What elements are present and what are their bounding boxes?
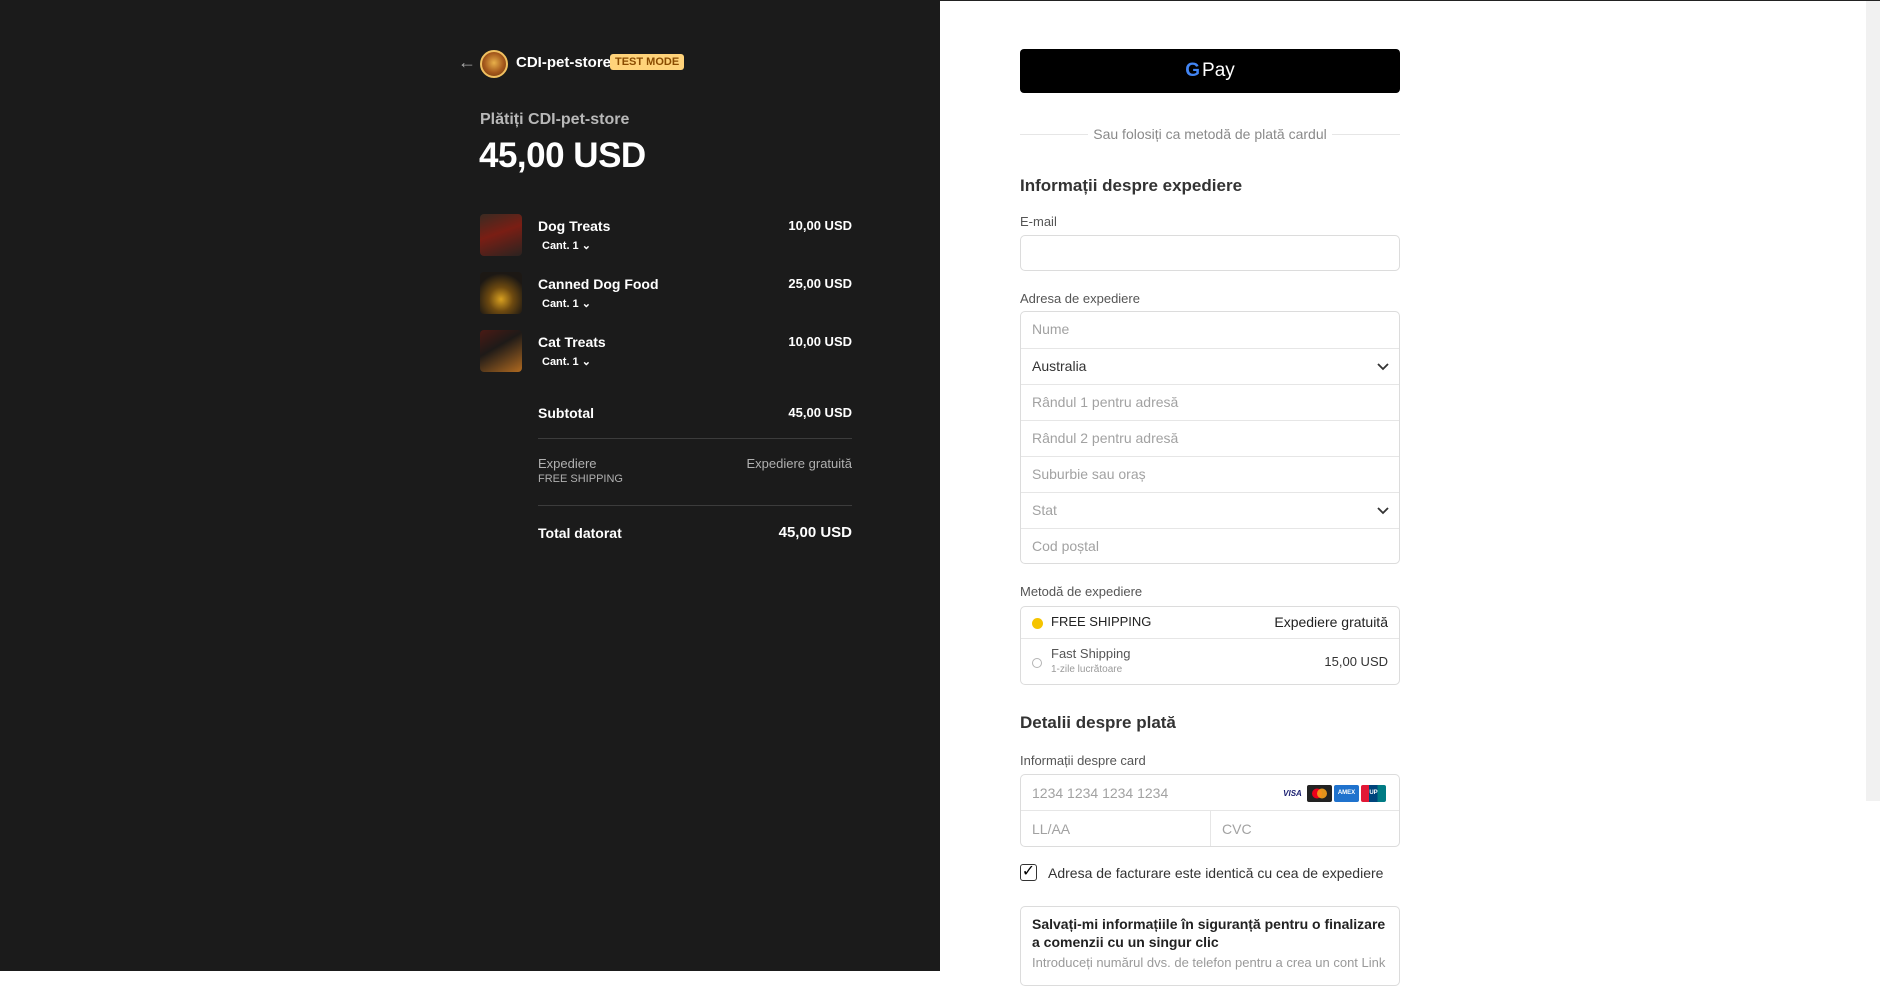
store-avatar (480, 50, 508, 78)
shipping-option-note: 1-zile lucrătoare (1051, 664, 1123, 675)
address-line2-placeholder: Rândul 2 pentru adresă (1032, 430, 1179, 446)
card-expiry-field[interactable]: LL/AA (1021, 811, 1211, 846)
card-number-field[interactable]: 1234 1234 1234 1234 VISA AMEX UP (1021, 775, 1399, 811)
shipping-option-price: 15,00 USD (1324, 654, 1388, 669)
link-save-title: Salvați-mi informațiile în siguranță pen… (1032, 916, 1386, 950)
total-label: Total datorat (538, 525, 622, 541)
shipping-label: Expediere (538, 456, 597, 471)
divider (538, 438, 852, 439)
shipping-option-name: Fast Shipping (1051, 646, 1131, 661)
scrollbar[interactable] (1866, 1, 1880, 801)
or-divider: Sau folosiți ca metodă de plată cardul (1020, 125, 1400, 143)
link-save-subtitle: Introduceți numărul dvs. de telefon pent… (1032, 955, 1386, 970)
billing-same-checkbox[interactable]: ✓ (1020, 864, 1037, 881)
state-placeholder: Stat (1032, 502, 1057, 518)
email-field[interactable] (1020, 235, 1400, 271)
product-thumbnail (480, 214, 522, 256)
amex-icon: AMEX (1334, 785, 1359, 802)
address-line2-field[interactable]: Rândul 2 pentru adresă (1021, 420, 1399, 456)
address-line1-placeholder: Rândul 1 pentru adresă (1032, 394, 1179, 410)
card-number-placeholder: 1234 1234 1234 1234 (1032, 785, 1169, 801)
chevron-down-icon (1377, 349, 1389, 384)
chevron-down-icon: ⌄ (581, 240, 591, 252)
item-price: 10,00 USD (788, 334, 852, 349)
google-g-icon: G (1185, 60, 1201, 81)
email-label: E-mail (1020, 214, 1057, 229)
mastercard-icon (1307, 785, 1332, 802)
total-amount: 45,00 USD (479, 136, 646, 175)
quantity-selector[interactable]: Cant. 1 ⌄ (542, 239, 591, 252)
chevron-down-icon: ⌄ (581, 298, 591, 310)
card-expiry-placeholder: LL/AA (1032, 821, 1071, 837)
shipping-option-free[interactable]: FREE SHIPPING Expediere gratuită (1021, 607, 1399, 639)
back-arrow-icon[interactable]: ← (458, 52, 476, 72)
chevron-down-icon: ⌄ (581, 356, 591, 368)
chevron-down-icon (1377, 493, 1389, 528)
shipping-address-label: Adresa de expediere (1020, 291, 1140, 306)
item-name: Canned Dog Food (538, 276, 659, 292)
pay-to-label: Plătiți CDI-pet-store (480, 111, 630, 128)
quantity-label: Cant. 1 (542, 240, 579, 252)
shipping-info-title: Informații despre expediere (1020, 176, 1243, 195)
shipping-method-name: FREE SHIPPING (538, 473, 623, 485)
shipping-row: Expediere FREE SHIPPING Expediere gratui… (538, 456, 852, 490)
google-pay-button[interactable]: G Pay (1020, 49, 1400, 93)
payment-panel: G Pay Sau folosiți ca metodă de plată car… (940, 0, 1880, 986)
or-text: Sau folosiți ca metodă de plată cardul (1093, 126, 1327, 142)
item-name: Cat Treats (538, 334, 606, 350)
subtotal-row: Subtotal 45,00 USD (538, 405, 852, 425)
radio-selected-icon[interactable] (1032, 618, 1043, 629)
line-item: Dog Treats Cant. 1 ⌄ 10,00 USD (480, 214, 852, 258)
state-select[interactable]: Stat (1021, 492, 1399, 528)
shipping-option-price: Expediere gratuită (1274, 614, 1388, 630)
checkmark-icon: ✓ (1021, 863, 1036, 880)
card-cvc-field[interactable]: CVC (1211, 811, 1399, 846)
country-value: Australia (1032, 358, 1087, 374)
visa-icon: VISA (1283, 789, 1302, 798)
item-name: Dog Treats (538, 218, 611, 234)
postal-code-placeholder: Cod poștal (1032, 538, 1099, 554)
item-price: 10,00 USD (788, 218, 852, 233)
unionpay-icon: UP (1361, 785, 1386, 802)
quantity-selector[interactable]: Cant. 1 ⌄ (542, 355, 591, 368)
store-name: CDI-pet-store (516, 54, 612, 71)
payment-details-title: Detalii despre plată (1020, 713, 1176, 732)
suburb-placeholder: Suburbie sau oraș (1032, 466, 1146, 482)
billing-same-label: Adresa de facturare este identică cu cea… (1048, 865, 1384, 881)
shipping-option-fast[interactable]: Fast Shipping 1-zile lucrătoare 15,00 US… (1021, 639, 1399, 684)
google-pay-label: Pay (1202, 60, 1235, 81)
shipping-value: Expediere gratuită (746, 456, 852, 471)
suburb-field[interactable]: Suburbie sau oraș (1021, 456, 1399, 492)
name-placeholder: Nume (1032, 321, 1070, 337)
divider (538, 505, 852, 506)
shipping-address-group: Nume Australia Rândul 1 pentru adresă Râ… (1020, 311, 1400, 564)
line-item: Canned Dog Food Cant. 1 ⌄ 25,00 USD (480, 272, 852, 316)
item-price: 25,00 USD (788, 276, 852, 291)
quantity-label: Cant. 1 (542, 298, 579, 310)
shipping-option-name: FREE SHIPPING (1051, 614, 1152, 629)
subtotal-label: Subtotal (538, 405, 594, 421)
card-input-group: 1234 1234 1234 1234 VISA AMEX UP LL/AA C… (1020, 774, 1400, 847)
card-info-label: Informații despre card (1020, 753, 1146, 768)
order-summary-panel: ← CDI-pet-store TEST MODE Plătiți CDI-pe… (0, 0, 940, 971)
subtotal-value: 45,00 USD (788, 405, 852, 420)
shipping-method-label: Metodă de expediere (1020, 584, 1143, 599)
product-thumbnail (480, 272, 522, 314)
radio-unselected-icon[interactable] (1032, 658, 1042, 668)
country-select[interactable]: Australia (1021, 348, 1399, 384)
total-row: Total datorat 45,00 USD (538, 524, 852, 546)
address-line1-field[interactable]: Rândul 1 pentru adresă (1021, 384, 1399, 420)
quantity-label: Cant. 1 (542, 356, 579, 368)
total-value: 45,00 USD (778, 524, 852, 541)
shipping-method-group: FREE SHIPPING Expediere gratuită Fast Sh… (1020, 606, 1400, 685)
card-cvc-placeholder: CVC (1222, 821, 1252, 837)
link-save-info-box[interactable]: Salvați-mi informațiile în siguranță pen… (1020, 906, 1400, 986)
product-thumbnail (480, 330, 522, 372)
line-item: Cat Treats Cant. 1 ⌄ 10,00 USD (480, 330, 852, 374)
postal-code-field[interactable]: Cod poștal (1021, 528, 1399, 564)
name-field[interactable]: Nume (1021, 312, 1399, 348)
test-mode-badge: TEST MODE (610, 54, 685, 70)
quantity-selector[interactable]: Cant. 1 ⌄ (542, 297, 591, 310)
